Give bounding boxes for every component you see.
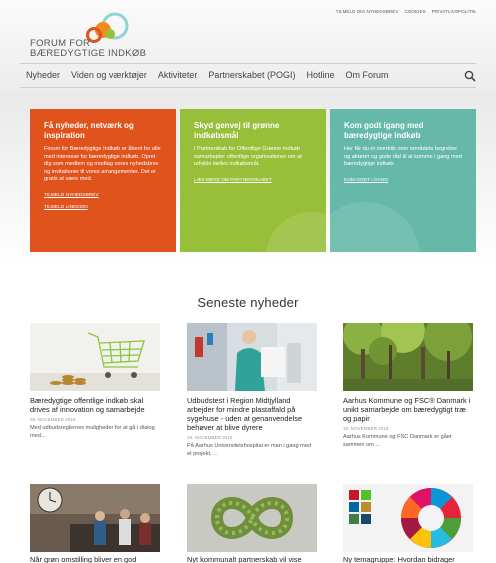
news-excerpt: Med udbudsreglernes muligheder for at gå… [30, 425, 155, 439]
news-card[interactable]: Ny temagruppe: Hvordan bidrager [343, 484, 473, 563]
promo-text: Forum for Bæredygtige Indkøb er åbent fo… [44, 146, 161, 183]
news-image-sdg-wheel[interactable] [343, 484, 473, 552]
site-logo[interactable]: FORUM FOR BÆREDYGTIGE INDKØB [30, 12, 160, 68]
news-card[interactable]: Bæredygtige offentlige indkøb skal drive… [30, 323, 160, 440]
nav-item-aktiviteter[interactable]: Aktiviteter [158, 70, 198, 80]
nav-item-partnerskabet[interactable]: Partnerskabet (POGI) [208, 70, 295, 80]
news-title[interactable]: Udbudstest i Region Midtjylland arbejder… [187, 396, 317, 432]
news-image-forest[interactable] [343, 323, 473, 391]
news-date: 18. NOVEMBER 2018 [343, 426, 389, 431]
promo-title: Kom godt igang med bæredygtige indkøb [344, 121, 424, 140]
news-image-hospital[interactable] [187, 323, 317, 391]
news-image-infinity-moss[interactable] [187, 484, 317, 552]
news-title[interactable]: Aarhus Kommune og FSC® Danmark i unikt s… [343, 396, 473, 423]
promo-getting-started: Kom godt igang med bæredygtige indkøb He… [330, 109, 476, 252]
news-title[interactable]: Nyt kommunalt partnerskab vil vise [187, 555, 317, 563]
promo-text: Her får du et overblik over områdets beg… [344, 146, 462, 168]
nav-item-viden[interactable]: Viden og værktøjer [71, 70, 147, 80]
news-title[interactable]: Bæredygtige offentlige indkøb skal drive… [30, 396, 160, 414]
get-started-link[interactable]: KOM GODT I GANG [344, 178, 462, 183]
decorative-circle [330, 202, 420, 252]
promo-title: Skyd genvej til grønne indkøbsmål [194, 121, 280, 140]
main-navigation: Nyheder Viden og værktøjer Aktiviteter P… [0, 63, 496, 88]
news-card[interactable]: Udbudstest i Region Midtjylland arbejder… [187, 323, 317, 458]
newsletter-signup-link[interactable]: TILMELD DIG NYHEDSBREV [336, 9, 399, 14]
decorative-circle [266, 212, 326, 252]
news-date: 26. NOVEMBER 2018 [30, 417, 76, 422]
signup-linkedin-link[interactable]: TILMELD LINKEDIN [44, 205, 162, 210]
news-excerpt: På Aarhus Universitetshospital er man i … [187, 443, 312, 457]
nav-item-hotline[interactable]: Hotline [306, 70, 334, 80]
search-icon[interactable] [464, 69, 476, 82]
promo-title: Få nyheder, netværk og inspiration [44, 121, 134, 140]
signup-newsletter-link[interactable]: TILMELD NYHEDSBREV [44, 193, 162, 198]
news-card[interactable]: Når grøn omstilling bliver en god [30, 484, 160, 563]
news-card[interactable]: Nyt kommunalt partnerskab vil vise [187, 484, 317, 563]
news-title[interactable]: Ny temagruppe: Hvordan bidrager [343, 555, 473, 563]
news-card[interactable]: Aarhus Kommune og FSC® Danmark i unikt s… [343, 323, 473, 449]
news-image-meeting[interactable] [30, 484, 160, 552]
privacy-policy-link[interactable]: PRIVATLIVSPOLITIK [432, 9, 476, 14]
promo-newsletter: Få nyheder, netværk og inspiration Forum… [30, 109, 176, 252]
cookies-link[interactable]: COOKIES [404, 9, 425, 14]
top-links: TILMELD DIG NYHEDSBREV COOKIES PRIVATLIV… [336, 9, 476, 14]
logo-text-line2: BÆREDYGTIGE INDKØB [30, 48, 147, 59]
news-excerpt: Aarhus Kommune og FSC Danmark er gået sa… [343, 434, 452, 448]
nav-item-om-forum[interactable]: Om Forum [345, 70, 388, 80]
read-more-partnership-link[interactable]: LÆS MERE OM PARTNERSKABET [194, 178, 312, 183]
promo-partnership: Skyd genvej til grønne indkøbsmål I Part… [180, 109, 326, 252]
news-date: 19. NOVEMBER 2018 [187, 435, 233, 440]
news-image-shopping-cart[interactable] [30, 323, 160, 391]
nav-item-nyheder[interactable]: Nyheder [26, 70, 60, 80]
promo-text: I Partnerskab for Offentlige Grønne Indk… [194, 146, 302, 168]
site-header: TILMELD DIG NYHEDSBREV COOKIES PRIVATLIV… [0, 0, 496, 92]
news-title[interactable]: Når grøn omstilling bliver en god [30, 555, 160, 563]
latest-news-heading: Seneste nyheder [197, 295, 299, 310]
